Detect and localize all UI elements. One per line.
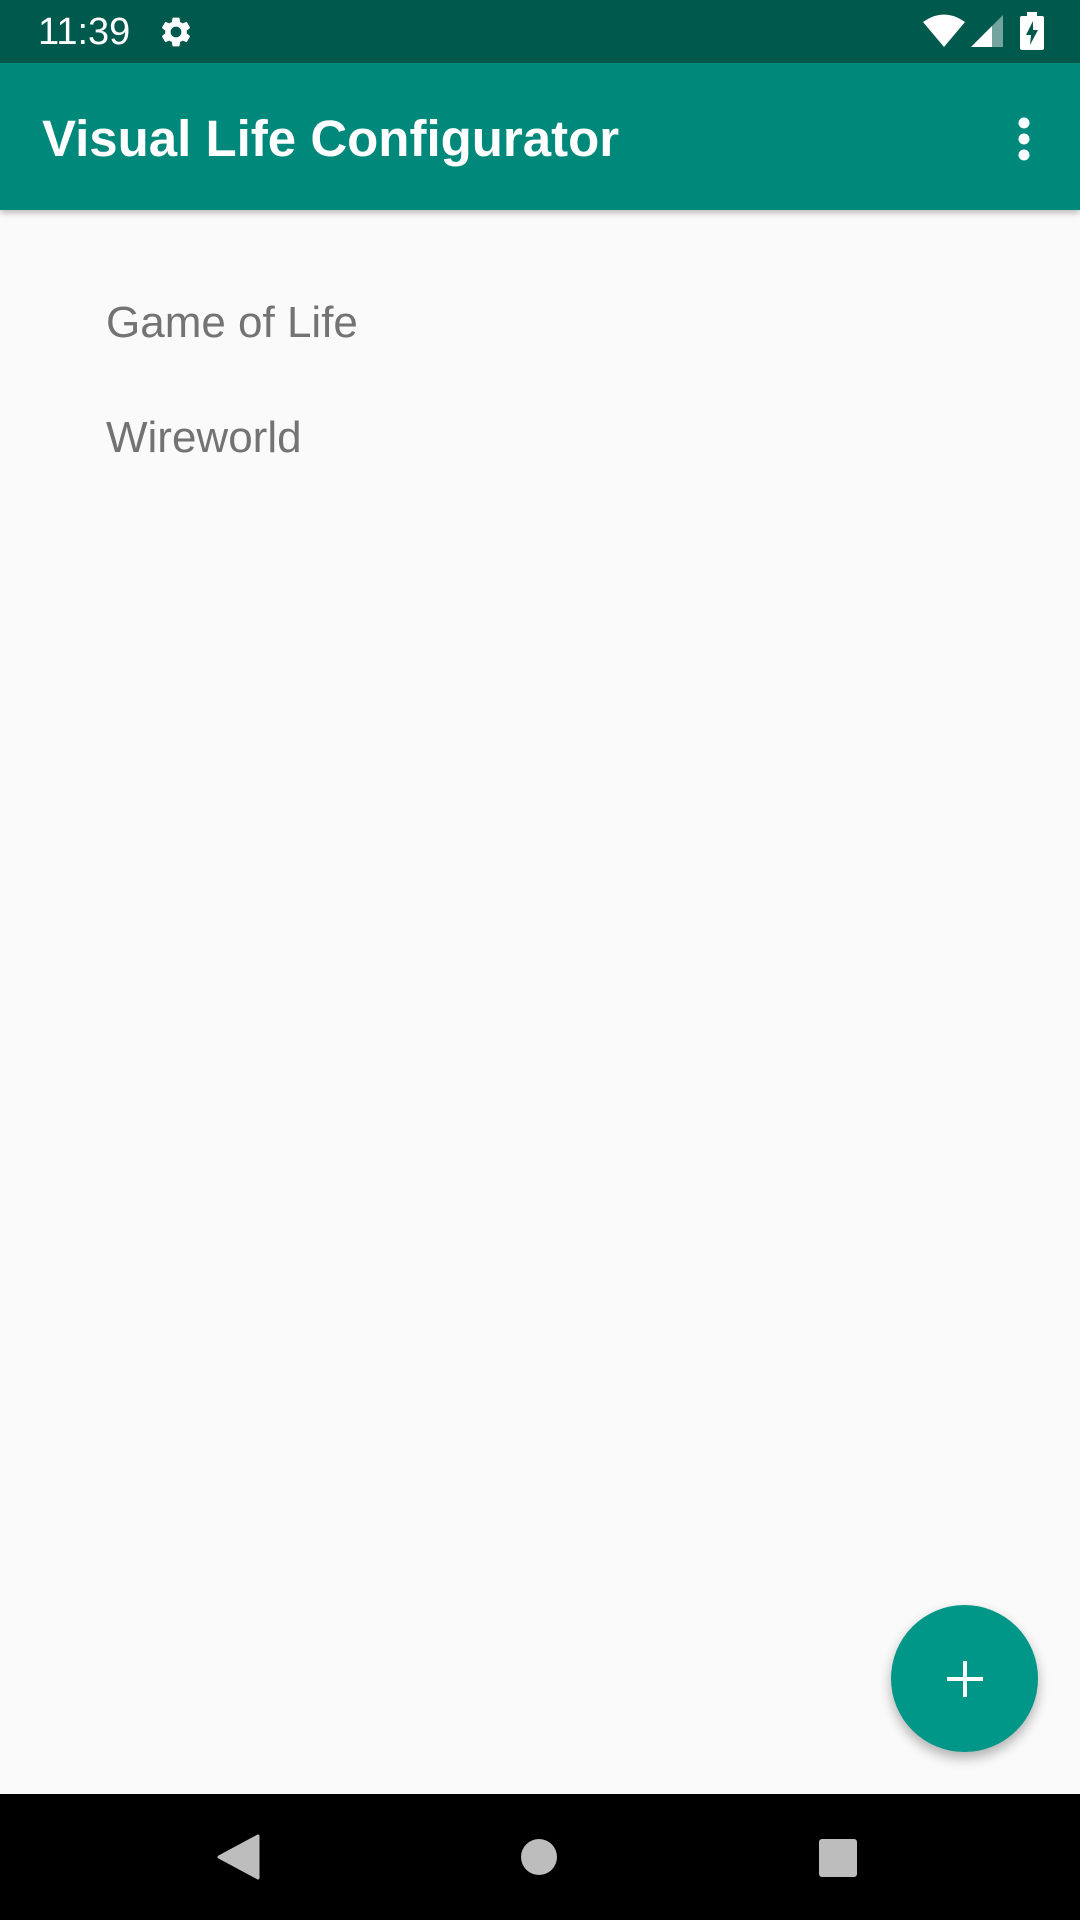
app-bar: Visual Life Configurator [0,63,1080,210]
list-item-label: Wireworld [106,413,302,462]
wifi-icon [923,14,965,47]
add-fab-button[interactable] [891,1605,1038,1752]
gear-icon [161,17,191,47]
recents-icon[interactable] [818,1838,858,1878]
status-time: 11:39 [38,11,131,53]
home-icon[interactable] [520,1838,558,1876]
overflow-menu-button[interactable] [992,103,1056,175]
battery-charging-icon [1020,12,1044,50]
list-item-game-of-life[interactable]: Game of Life [0,265,1080,380]
app-title: Visual Life Configurator [42,110,620,167]
cell-signal-icon [971,15,1003,47]
back-icon[interactable] [216,1834,262,1880]
list-item-label: Game of Life [106,298,358,347]
add-icon [946,1660,983,1697]
more-vert-icon [1018,117,1030,161]
status-bar: 11:39 [0,0,1080,63]
list-item-wireworld[interactable]: Wireworld [0,380,1080,495]
